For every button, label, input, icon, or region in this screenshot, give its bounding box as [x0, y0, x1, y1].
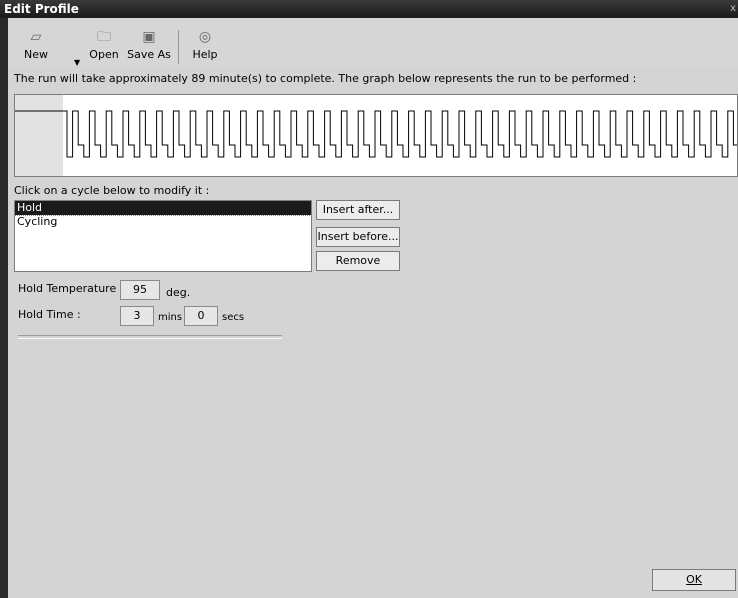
open-folder-icon: 🗀: [97, 29, 111, 45]
temperature-profile-line: [15, 110, 737, 158]
toolbar: ▱ New ▼ 🗀 Open ▣ Save As ◎ Help: [8, 18, 738, 68]
title-bar: Edit Profile x: [0, 0, 738, 18]
temperature-unit: deg.: [166, 286, 191, 299]
new-button[interactable]: ▱ New: [16, 28, 56, 61]
remove-button[interactable]: Remove: [316, 251, 400, 271]
insert-before-button[interactable]: Insert before...: [316, 227, 400, 247]
floppy-disk-icon: ▣: [142, 29, 156, 45]
seconds-unit: secs: [222, 312, 245, 323]
hold-seconds-field[interactable]: 0: [184, 306, 218, 326]
cycle-list-item[interactable]: Hold: [14, 200, 312, 216]
new-button-label: New: [24, 48, 48, 61]
run-profile-plot: [15, 95, 737, 176]
hold-time-label: Hold Time :: [18, 308, 81, 321]
cycle-list[interactable]: Hold Cycling: [14, 200, 312, 272]
hold-temperature-field[interactable]: 95: [120, 280, 160, 300]
divider: [18, 335, 282, 339]
hold-temperature-label: Hold Temperature :: [18, 282, 124, 295]
run-duration-text: The run will take approximately 89 minut…: [14, 72, 637, 85]
new-file-icon: ▱: [30, 29, 42, 45]
minutes-unit: mins: [158, 312, 183, 323]
open-button-label: Open: [89, 48, 119, 61]
cycle-instruction-text: Click on a cycle below to modify it :: [14, 184, 210, 197]
chevron-down-icon[interactable]: ▼: [74, 58, 80, 67]
close-icon[interactable]: x: [730, 0, 736, 18]
cycle-list-item[interactable]: Cycling: [15, 215, 311, 229]
help-button[interactable]: ◎ Help: [188, 28, 222, 61]
window-title: Edit Profile: [4, 2, 79, 16]
open-button[interactable]: 🗀 Open: [86, 28, 122, 61]
run-profile-graph: [14, 94, 738, 177]
help-icon: ◎: [198, 29, 212, 45]
help-button-label: Help: [192, 48, 218, 61]
ok-button[interactable]: OK: [652, 569, 736, 591]
toolbar-separator: [178, 30, 179, 64]
hold-segment: [15, 95, 63, 176]
insert-after-button[interactable]: Insert after...: [316, 200, 400, 220]
hold-minutes-field[interactable]: 3: [120, 306, 154, 326]
save-as-button-label: Save As: [127, 48, 171, 61]
save-as-button[interactable]: ▣ Save As: [124, 28, 174, 61]
ok-button-label: OK: [686, 573, 702, 586]
